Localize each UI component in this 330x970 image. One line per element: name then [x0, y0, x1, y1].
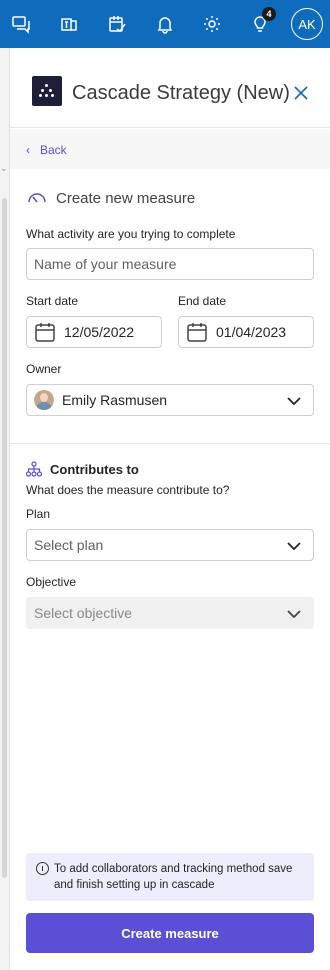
- pane-title: Cascade Strategy (New): [72, 82, 290, 104]
- calendar-icon: [35, 323, 55, 342]
- app-top-bar: 4 AK: [0, 0, 330, 48]
- objective-select[interactable]: Select objective: [26, 597, 314, 629]
- teams-icon[interactable]: [55, 10, 83, 38]
- end-date-value: 01/04/2023: [216, 324, 287, 340]
- section-divider: [10, 443, 330, 444]
- objective-label: Objective: [26, 575, 77, 589]
- cascade-logo-icon: [32, 76, 62, 106]
- chevron-down-icon: ⌄: [0, 163, 8, 173]
- gear-icon[interactable]: [198, 10, 226, 38]
- calendar-icon: [187, 323, 207, 342]
- hierarchy-icon: [26, 461, 42, 477]
- pane-header: Cascade Strategy (New): [10, 48, 330, 128]
- create-measure-button[interactable]: Create measure: [26, 913, 314, 953]
- back-row: ‹ Back: [10, 129, 330, 169]
- measure-name-input[interactable]: Name of your measure: [26, 248, 314, 280]
- chevron-left-icon: ‹: [26, 143, 30, 157]
- owner-select[interactable]: Emily Rasmusen: [26, 384, 314, 416]
- bell-icon[interactable]: [151, 10, 179, 38]
- chat-icon[interactable]: [7, 10, 35, 38]
- info-banner: To add collaborators and tracking method…: [26, 853, 314, 901]
- measure-section-header: Create new measure: [26, 187, 195, 209]
- plan-label: Plan: [26, 507, 51, 521]
- user-avatar[interactable]: AK: [291, 8, 323, 40]
- end-date-field[interactable]: 01/04/2023: [178, 316, 314, 348]
- start-date-label: Start date: [26, 294, 79, 308]
- contributes-heading: Contributes to: [50, 461, 139, 477]
- scrollbar[interactable]: [2, 198, 7, 878]
- back-label: Back: [40, 143, 67, 157]
- info-icon: [36, 862, 49, 875]
- start-date-field[interactable]: 12/05/2022: [26, 316, 162, 348]
- host-page-strip: ⌄: [0, 48, 10, 970]
- back-link[interactable]: ‹ Back: [26, 143, 67, 157]
- chevron-down-icon: [287, 542, 301, 551]
- chevron-down-icon: [287, 610, 301, 619]
- tasks-icon[interactable]: [103, 10, 131, 38]
- notification-badge: 4: [262, 7, 276, 21]
- owner-avatar: [34, 390, 54, 410]
- owner-label: Owner: [26, 362, 62, 376]
- close-icon[interactable]: [292, 84, 310, 102]
- plan-placeholder: Select plan: [34, 537, 104, 553]
- side-pane: Cascade Strategy (New) ‹ Back Create new…: [10, 48, 330, 970]
- plan-select[interactable]: Select plan: [26, 529, 314, 561]
- info-text: To add collaborators and tracking method…: [54, 863, 293, 891]
- gauge-icon: [28, 193, 46, 203]
- end-date-label: End date: [178, 294, 227, 308]
- measure-heading: Create new measure: [56, 189, 196, 207]
- start-date-value: 12/05/2022: [64, 324, 135, 340]
- lightbulb-icon[interactable]: 4: [246, 7, 276, 38]
- owner-value: Emily Rasmusen: [62, 392, 168, 408]
- objective-placeholder: Select objective: [34, 605, 133, 621]
- contributes-section-header: Contributes to: [26, 461, 139, 477]
- activity-label: What activity are you trying to complete: [26, 227, 236, 241]
- contributes-subheading: What does the measure contribute to?: [26, 483, 230, 497]
- chevron-down-icon: [287, 397, 301, 406]
